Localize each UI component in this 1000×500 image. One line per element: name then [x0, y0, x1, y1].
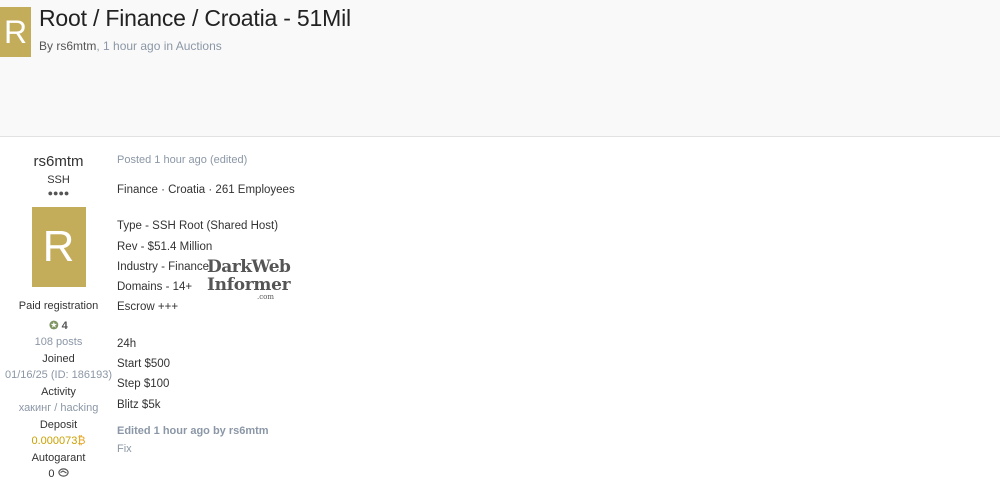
- topic-title: Root / Finance / Croatia - 51Mil: [39, 5, 351, 31]
- watermark-line2: Informer: [207, 275, 291, 295]
- rank-pips: ●●●●: [47, 188, 70, 198]
- author-avatar[interactable]: R: [31, 207, 86, 287]
- auction-duration: 24h: [117, 337, 137, 350]
- detail-revenue: Rev - $51.4 Million: [117, 240, 213, 253]
- deposit-label: Deposit: [39, 418, 78, 431]
- watermark-logo: DarkWeb Informer .com: [207, 257, 291, 305]
- joined-label: Joined: [42, 352, 75, 365]
- detail-type: Type - SSH Root (Shared Host): [117, 220, 279, 233]
- author-rank: SSH: [47, 174, 70, 186]
- bitcoin-icon: ₿: [77, 435, 86, 447]
- author-reputation[interactable]: ✪ 4: [0, 318, 117, 335]
- handshake-icon: [57, 468, 69, 480]
- deposit-amount: 0.000073: [31, 435, 78, 447]
- activity-value: хакинг / hacking: [18, 402, 99, 414]
- post-meta: Posted 1 hour ago (edited): [117, 154, 248, 166]
- topic-header: R Root / Finance / Croatia - 51Mil By rs…: [0, 0, 1000, 137]
- byline-author-link[interactable]: rs6mtm: [56, 39, 96, 53]
- byline-forum-link[interactable]: Auctions: [176, 39, 222, 53]
- edit-reason: Fix: [117, 442, 132, 455]
- joined-value: 01/16/25 (ID: 186193): [4, 369, 113, 381]
- post-summary: Finance · Croatia · 261 Employees: [117, 184, 295, 196]
- auction-start: Start $500: [117, 358, 171, 371]
- autogarant-value: 0: [0, 466, 117, 483]
- watermark-line3: .com: [257, 293, 274, 301]
- author-posts: 108 posts: [34, 336, 83, 348]
- watermark-line1: DarkWeb: [207, 257, 291, 277]
- byline-prefix: By: [39, 39, 57, 53]
- auction-blitz: Blitz $5k: [117, 398, 161, 411]
- reputation-value: 4: [61, 319, 68, 332]
- byline-time: , 1 hour ago in: [96, 39, 176, 53]
- auction-terms: 24h Start $500 Step $100 Blitz $5k: [117, 334, 977, 415]
- author-group: Paid registration: [18, 300, 99, 312]
- author-panel: rs6mtm SSH ●●●● R Paid registration ✪ 4 …: [0, 150, 117, 483]
- author-avatar-small[interactable]: R: [0, 7, 31, 57]
- author-name-link[interactable]: rs6mtm: [0, 153, 117, 170]
- activity-label: Activity: [41, 385, 76, 398]
- edited-note: Edited 1 hour ago by rs6mtm: [117, 424, 269, 437]
- autogarant-count: 0: [48, 468, 55, 480]
- autogarant-label: Autogarant: [31, 451, 86, 464]
- reputation-icon: ✪: [49, 319, 59, 332]
- auction-step: Step $100: [117, 378, 170, 391]
- deposit-value: 0.000073₿: [0, 433, 117, 450]
- topic-byline: By rs6mtm, 1 hour ago in Auctions: [39, 39, 222, 53]
